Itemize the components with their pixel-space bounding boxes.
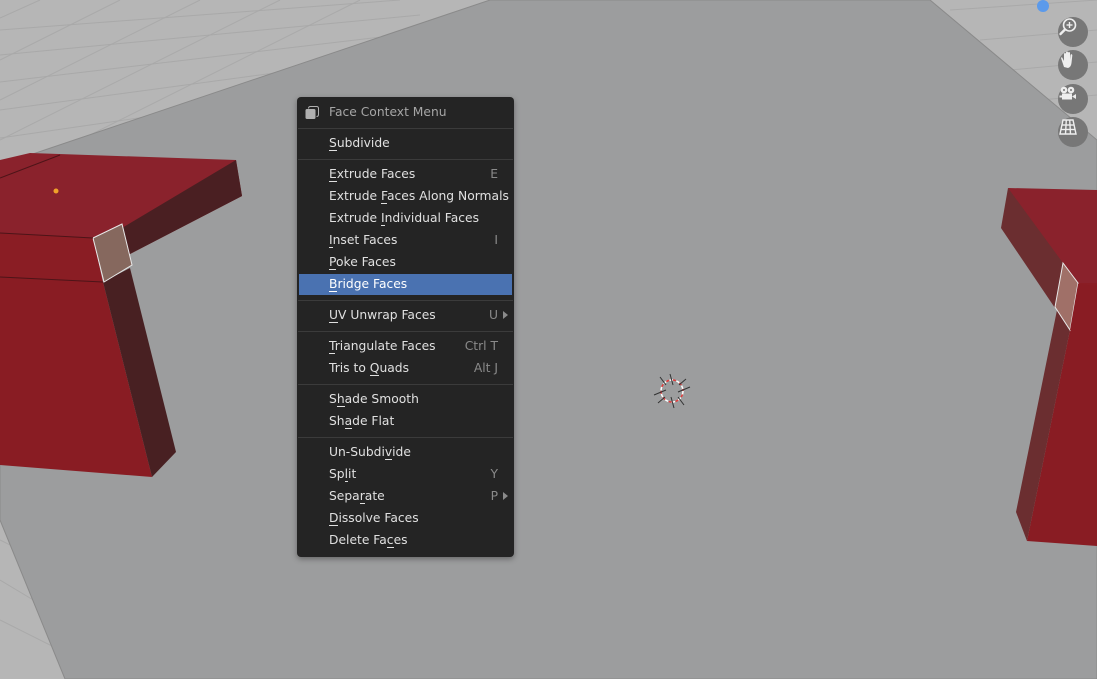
pan-button[interactable] <box>1058 50 1088 80</box>
menu-item-extrude-individual-faces[interactable]: Extrude Individual Faces <box>299 208 512 229</box>
menu-item-label: Extrude Individual Faces <box>329 211 480 226</box>
menu-item-triangulate-faces[interactable]: Triangulate Faces Ctrl T <box>299 336 512 357</box>
viewport-scene <box>0 0 1097 679</box>
menu-item-label: Shade Flat <box>329 414 395 429</box>
menu-separator <box>298 159 513 160</box>
menu-item-dissolve-faces[interactable]: Dissolve Faces <box>299 508 512 529</box>
menu-item-label: Separate <box>329 489 385 504</box>
menu-item-tris-to-quads[interactable]: Tris to Quads Alt J <box>299 358 512 379</box>
menu-separator <box>298 437 513 438</box>
menu-item-shade-flat[interactable]: Shade Flat <box>299 411 512 432</box>
menu-item-label: Shade Smooth <box>329 392 419 407</box>
shortcut-label: Y <box>490 467 498 481</box>
face-context-menu: Face Context Menu Subdivide Extrude Face… <box>297 97 514 557</box>
menu-item-label: Bridge Faces <box>329 277 408 292</box>
hand-icon <box>1061 51 1073 68</box>
submenu-arrow-icon <box>503 492 508 500</box>
camera-view-button[interactable] <box>1058 84 1088 114</box>
menu-item-label: Tris to Quads <box>329 361 409 376</box>
menu-item-label: Extrude Faces <box>329 167 416 182</box>
menu-separator <box>298 128 513 129</box>
face-mode-icon <box>305 106 319 119</box>
menu-item-label: Subdivide <box>329 136 390 151</box>
menu-header: Face Context Menu <box>297 97 514 128</box>
menu-separator <box>298 300 513 301</box>
menu-separator <box>298 384 513 385</box>
shortcut-label: P <box>490 489 498 503</box>
grid-icon <box>1059 119 1077 135</box>
menu-title: Face Context Menu <box>329 105 447 119</box>
menu-item-label: Extrude Faces Along Normals <box>329 189 509 204</box>
shortcut-label: Ctrl T <box>464 339 498 353</box>
shortcut-label: I <box>494 233 498 247</box>
menu-item-extrude-faces[interactable]: Extrude Faces E <box>299 164 512 185</box>
menu-separator <box>298 331 513 332</box>
camera-icon <box>1059 86 1076 100</box>
perspective-toggle-button[interactable] <box>1058 117 1088 147</box>
menu-item-subdivide[interactable]: Subdivide <box>299 133 512 154</box>
menu-item-split[interactable]: Split Y <box>299 464 512 485</box>
menu-item-extrude-faces-along-normals[interactable]: Extrude Faces Along Normals <box>299 186 512 207</box>
menu-item-shade-smooth[interactable]: Shade Smooth <box>299 389 512 410</box>
menu-item-label: Delete Faces <box>329 533 408 548</box>
shortcut-label: U <box>488 308 498 322</box>
menu-item-poke-faces[interactable]: Poke Faces <box>299 252 512 273</box>
menu-item-uv-unwrap-faces[interactable]: UV Unwrap Faces U <box>299 305 512 326</box>
menu-item-label: Triangulate Faces <box>329 339 436 354</box>
magnifier-plus-icon <box>1059 18 1077 36</box>
shortcut-label: E <box>490 167 498 181</box>
menu-item-label: Split <box>329 467 357 482</box>
menu-item-label: Un-Subdivide <box>329 445 411 460</box>
menu-item-bridge-faces[interactable]: Bridge Faces <box>299 274 512 295</box>
menu-item-delete-faces[interactable]: Delete Faces <box>299 530 512 551</box>
submenu-arrow-icon <box>503 311 508 319</box>
menu-item-inset-faces[interactable]: Inset Faces I <box>299 230 512 251</box>
menu-item-label: Poke Faces <box>329 255 396 270</box>
menu-item-label: UV Unwrap Faces <box>329 308 436 323</box>
menu-item-separate[interactable]: Separate P <box>299 486 512 507</box>
menu-item-un-subdivide[interactable]: Un-Subdivide <box>299 442 512 463</box>
shortcut-label: Alt J <box>473 361 498 375</box>
gizmo-axis-dot[interactable] <box>1037 0 1049 12</box>
3d-viewport[interactable] <box>0 0 1097 679</box>
zoom-button[interactable] <box>1058 17 1088 47</box>
menu-item-label: Dissolve Faces <box>329 511 419 526</box>
menu-item-label: Inset Faces <box>329 233 398 248</box>
